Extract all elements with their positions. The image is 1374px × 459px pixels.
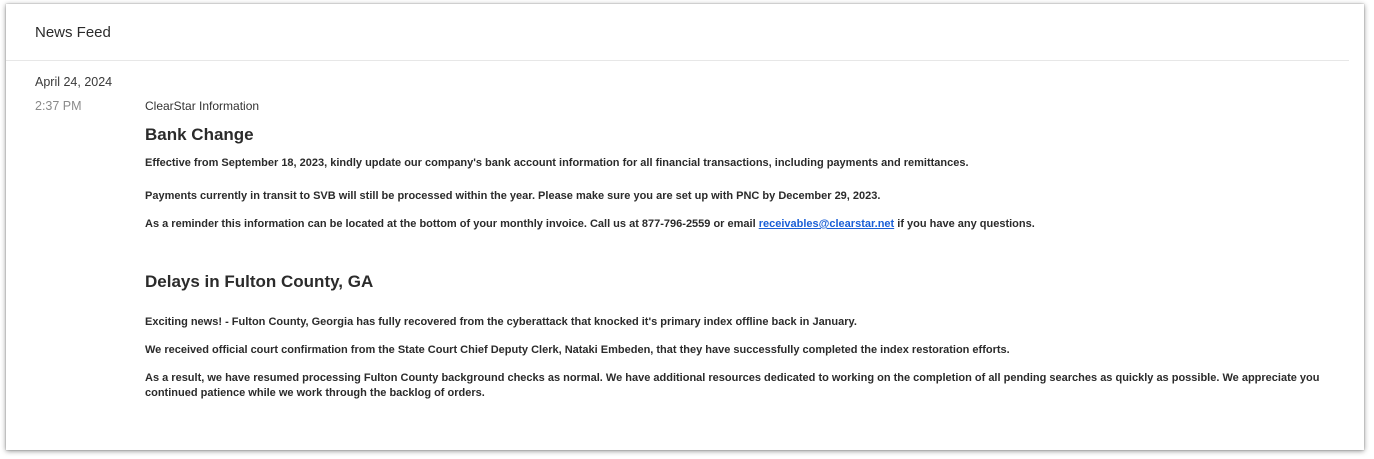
feed-entry: 2:37 PM ClearStar Information Bank Chang… xyxy=(6,99,1364,401)
bank-change-paragraph-1: Effective from September 18, 2023, kindl… xyxy=(145,157,969,169)
entry-body: ClearStar Information Bank Change Effect… xyxy=(145,99,1364,401)
fulton-paragraph-1: Exciting news! - Fulton County, Georgia … xyxy=(145,316,857,328)
bank-change-paragraph-3-tail: if you have any questions. xyxy=(894,218,1035,230)
news-feed-header: News Feed xyxy=(6,4,1349,61)
bank-change-paragraph-3-text: As a reminder this information can be lo… xyxy=(145,218,759,230)
bank-change-paragraph-3: As a reminder this information can be lo… xyxy=(145,217,1364,232)
bank-change-title: Bank Change xyxy=(145,125,254,144)
feed-date: April 24, 2024 xyxy=(35,75,113,89)
receivables-email-link[interactable]: receivables@clearstar.net xyxy=(759,218,894,230)
fulton-paragraph-3: As a result, we have resumed processing … xyxy=(145,372,1320,399)
entry-time: 2:37 PM xyxy=(35,99,82,113)
fulton-paragraph-2: We received official court confirmation … xyxy=(145,344,1010,356)
page-title: News Feed xyxy=(35,23,111,41)
bank-change-paragraph-2: Payments currently in transit to SVB wil… xyxy=(145,190,881,202)
news-feed-panel: News Feed April 24, 2024 2:37 PM ClearSt… xyxy=(6,4,1364,450)
fulton-county-title: Delays in Fulton County, GA xyxy=(145,272,374,291)
entry-source: ClearStar Information xyxy=(145,99,260,113)
